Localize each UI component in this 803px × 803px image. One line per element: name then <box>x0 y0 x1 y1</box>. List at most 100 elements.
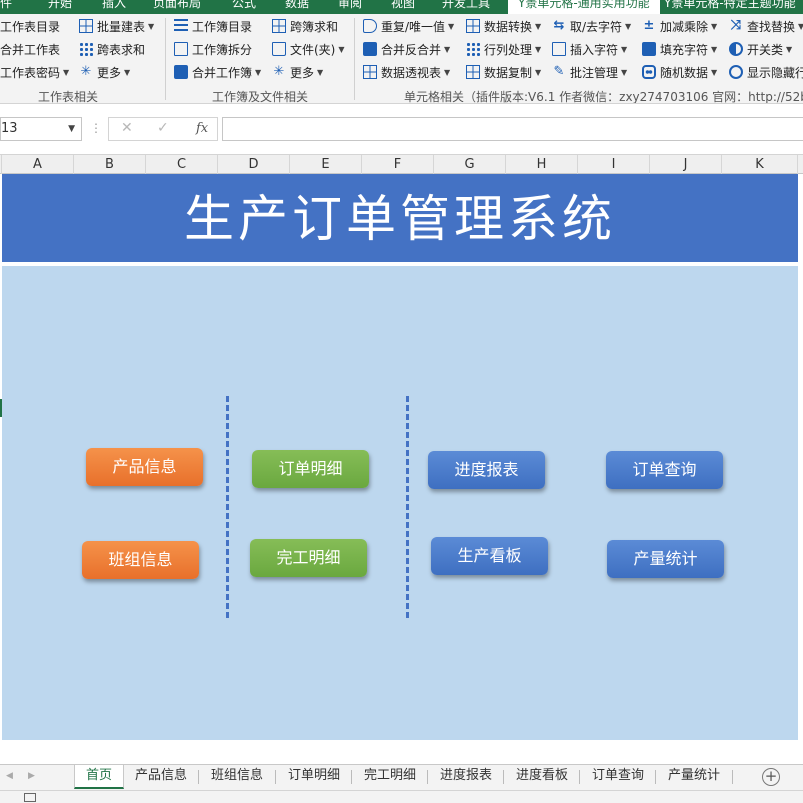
production-board-button[interactable]: 生产看板 <box>431 537 548 575</box>
dice-icon <box>642 65 656 79</box>
fill-chars-button[interactable]: 填充字符 ▼ <box>642 39 717 59</box>
completion-detail-button[interactable]: 完工明细 <box>250 539 367 577</box>
output-stats-button[interactable]: 产量统计 <box>607 540 724 578</box>
column-header[interactable]: F <box>362 155 434 174</box>
chevron-down-icon[interactable]: ▼ <box>68 118 75 140</box>
title-banner: 生产订单管理系统 <box>2 174 798 264</box>
tab-formulas[interactable]: 公式 <box>232 0 256 14</box>
chevron-down-icon: ▼ <box>255 67 262 77</box>
chevron-down-icon: ▼ <box>711 67 718 77</box>
tab-home[interactable]: 开始 <box>48 0 72 14</box>
cross-sheet-sum-button[interactable]: 跨表求和 <box>79 39 145 59</box>
tab-yjdyg-general[interactable]: Y景单元格-通用实用功能 <box>508 0 660 14</box>
data-convert-button[interactable]: 数据转换 ▼ <box>466 16 541 36</box>
pivot-table-button[interactable]: 数据透视表 ▼ <box>363 62 450 82</box>
ribbon-tab-bar: 件 开始 插入 页面布局 公式 数据 审阅 视图 开发工具 Y景单元格-通用实用… <box>0 0 803 14</box>
formula-input[interactable] <box>222 117 803 141</box>
row-column-button[interactable]: 行列处理 ▼ <box>466 39 541 59</box>
sheet-tab[interactable]: 订单明细 <box>279 765 349 789</box>
find-replace-button[interactable]: ⤨查找替换▼ <box>729 16 803 36</box>
tab-insert[interactable]: 插入 <box>102 0 126 14</box>
stack-icon <box>174 65 188 79</box>
column-header[interactable]: I <box>578 155 650 174</box>
merge-workbooks-button[interactable]: 合并工作簿 ▼ <box>174 62 261 82</box>
prev-sheet-icon[interactable]: ◀ <box>6 771 13 781</box>
chevron-down-icon: ▼ <box>444 44 451 54</box>
tab-separator <box>427 770 428 784</box>
cancel-icon[interactable]: ✕ <box>121 120 133 136</box>
sparkle-icon: ✳ <box>80 64 92 79</box>
document-icon <box>174 42 188 56</box>
product-info-button[interactable]: 产品信息 <box>86 448 203 486</box>
sheet-tab[interactable]: 进度报表 <box>431 765 501 789</box>
sparkle-icon: ✳ <box>273 64 285 79</box>
insert-chars-button[interactable]: 插入字符 ▼ <box>552 39 627 59</box>
add-sheet-button[interactable]: + <box>762 768 780 786</box>
extract-remove-chars-button[interactable]: ⇆ 取/去字符 ▼ <box>552 16 632 36</box>
next-sheet-icon[interactable]: ▶ <box>28 771 35 781</box>
worksheet-password-button[interactable]: 工作表密码 ▼ <box>0 62 69 82</box>
batch-create-sheets-button[interactable]: 批量建表 ▼ <box>79 16 154 36</box>
column-header[interactable]: B <box>74 155 146 174</box>
worksheet-toc-button[interactable]: 工作表目录 <box>0 16 60 36</box>
tab-separator <box>732 770 733 784</box>
merge-worksheets-button[interactable]: 合并工作表 <box>0 39 60 59</box>
team-info-button[interactable]: 班组信息 <box>82 541 199 579</box>
column-header[interactable]: K <box>722 155 798 174</box>
chevron-down-icon: ▼ <box>535 44 542 54</box>
column-header-row: A B C D E F G H I J K <box>0 155 803 174</box>
more-dots-icon[interactable]: ⋮ <box>90 121 102 135</box>
arithmetic-button[interactable]: ± 加减乘除 ▼ <box>642 16 718 36</box>
sheet-tab-home[interactable]: 首页 <box>74 765 124 789</box>
column-header[interactable]: C <box>146 155 218 174</box>
tab-file[interactable]: 件 <box>0 0 12 14</box>
sheet-tab[interactable]: 进度看板 <box>507 765 577 789</box>
sheet-tab[interactable]: 产品信息 <box>128 765 194 789</box>
file-folder-button[interactable]: 文件(夹) ▼ <box>272 39 345 59</box>
macro-record-icon[interactable] <box>24 793 36 802</box>
tab-developer[interactable]: 开发工具 <box>442 0 490 14</box>
column-header[interactable]: E <box>290 155 362 174</box>
name-box[interactable]: 13 ▼ <box>0 117 82 141</box>
column-header[interactable]: D <box>218 155 290 174</box>
sheet-tab[interactable]: 产量统计 <box>659 765 729 789</box>
worksheet-more-button[interactable]: ✳ 更多 ▼ <box>79 62 131 82</box>
chevron-down-icon: ▼ <box>625 21 632 31</box>
tab-page-layout[interactable]: 页面布局 <box>153 0 201 14</box>
column-header[interactable]: A <box>2 155 74 174</box>
pencil-icon: ✎ <box>553 64 565 79</box>
workbook-more-button[interactable]: ✳ 更多 ▼ <box>272 62 324 82</box>
cross-workbook-sum-button[interactable]: 跨簿求和 <box>272 16 338 36</box>
merge-unmerge-button[interactable]: 合并反合并 ▼ <box>363 39 450 59</box>
progress-report-button[interactable]: 进度报表 <box>428 451 545 489</box>
worksheet-area[interactable]: 生产订单管理系统 产品信息 班组信息 订单明细 完工明细 进度报表 生产看板 订… <box>0 174 803 764</box>
group-divider <box>165 18 166 100</box>
tab-review[interactable]: 审阅 <box>338 0 362 14</box>
enter-icon[interactable]: ✓ <box>157 120 169 136</box>
tab-view[interactable]: 视图 <box>391 0 415 14</box>
order-query-button[interactable]: 订单查询 <box>606 451 723 489</box>
sheet-tab[interactable]: 完工明细 <box>355 765 425 789</box>
toggle-button[interactable]: 开关类 ▼ <box>729 39 792 59</box>
column-header[interactable]: J <box>650 155 722 174</box>
tab-data[interactable]: 数据 <box>285 0 309 14</box>
chevron-down-icon: ▼ <box>124 67 131 77</box>
comment-manage-button[interactable]: ✎ 批注管理 ▼ <box>552 62 628 82</box>
random-data-button[interactable]: 随机数据 ▼ <box>642 62 717 82</box>
workbook-split-button[interactable]: 工作簿拆分 <box>174 39 252 59</box>
column-header[interactable]: H <box>506 155 578 174</box>
chevron-down-icon: ▼ <box>148 21 155 31</box>
sheet-tab[interactable]: 班组信息 <box>202 765 272 789</box>
workbook-toc-button[interactable]: 工作簿目录 <box>174 16 252 36</box>
sheet-tab[interactable]: 订单查询 <box>583 765 653 789</box>
tab-yjdyg-theme[interactable]: Y景单元格-特定主题功能 <box>664 0 796 14</box>
data-copy-button[interactable]: 数据复制 ▼ <box>466 62 541 82</box>
chevron-down-icon: ▼ <box>338 44 345 54</box>
order-detail-button[interactable]: 订单明细 <box>252 450 369 488</box>
sheet-tab-bar: ◀ ▶ 首页 产品信息 班组信息 订单明细 完工明细 进度报表 进度看板 订单查… <box>0 764 803 790</box>
duplicate-unique-button[interactable]: 重复/唯一值 ▼ <box>363 16 454 36</box>
show-hide-rows-button[interactable]: 显示隐藏行 <box>729 62 803 82</box>
fill-down-icon <box>642 42 656 56</box>
column-header[interactable]: G <box>434 155 506 174</box>
insert-function-button[interactable]: fx <box>196 121 208 136</box>
